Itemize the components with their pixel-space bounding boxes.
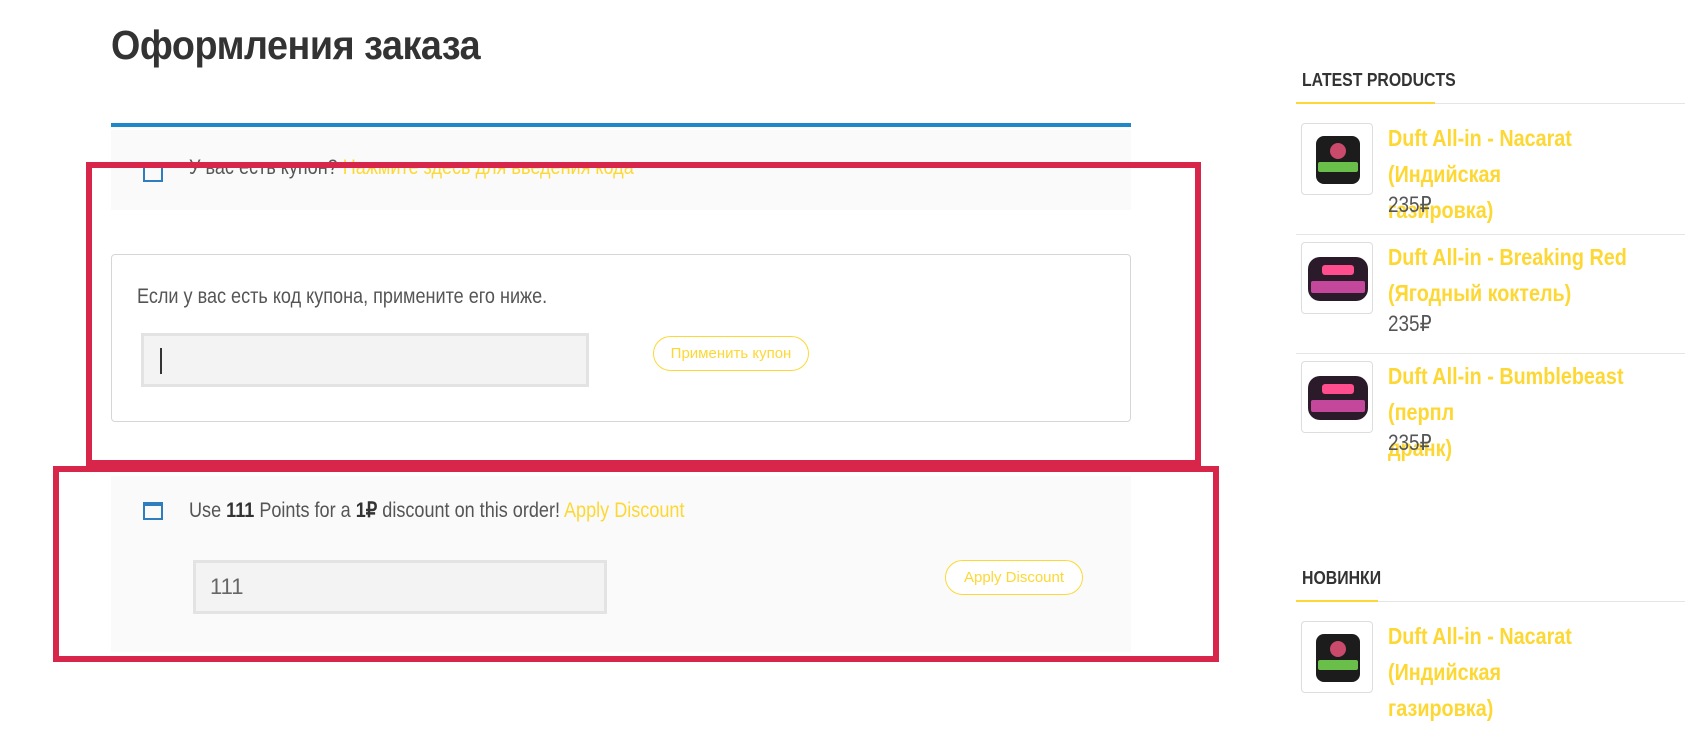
coupon-code-input[interactable] (141, 333, 589, 387)
apply-coupon-button[interactable]: Применить купон (653, 336, 809, 371)
product-thumbnail[interactable] (1301, 361, 1373, 433)
sidebar: LATEST PRODUCTS Duft All-in - Nacarat (И… (1296, 0, 1685, 721)
product-thumbnail[interactable] (1301, 242, 1373, 314)
product-name[interactable]: Duft All-in - Nacarat (Индийская газиров… (1388, 618, 1646, 726)
new-products-title: НОВИНКИ (1302, 568, 1382, 588)
product-thumbnail[interactable] (1301, 621, 1373, 693)
product-price: 235₽ (1388, 311, 1432, 336)
product-name[interactable]: Duft All-in - Breaking Red (Ягодный кокт… (1388, 239, 1646, 311)
page-title: Оформления заказа (111, 22, 481, 68)
latest-products-title: LATEST PRODUCTS (1302, 70, 1456, 90)
discount-amount: 1₽ (355, 499, 378, 522)
product-price: 235₽ (1388, 430, 1432, 455)
product-item[interactable]: Duft All-in - Nacarat (Индийская газиров… (1296, 120, 1685, 238)
apply-discount-button[interactable]: Apply Discount (945, 560, 1083, 595)
window-icon (143, 164, 163, 182)
product-item[interactable]: Duft All-in - Bumblebeast (перпл дранк) … (1296, 358, 1685, 476)
coupon-notice: У вас есть купон? Нажмите здесь для введ… (111, 130, 1131, 210)
apply-discount-link[interactable]: Apply Discount (564, 499, 684, 522)
widget-accent (1296, 102, 1435, 104)
points-input[interactable]: 111 (193, 560, 607, 614)
product-price: 235₽ (1388, 192, 1432, 217)
title-divider (111, 123, 1131, 127)
product-divider (1296, 353, 1685, 354)
points-text-use: Use (189, 499, 222, 522)
coupon-notice-text: У вас есть купон? (189, 156, 338, 179)
widget-accent (1296, 600, 1378, 602)
product-item[interactable]: Duft All-in - Nacarat (Индийская газиров… (1296, 618, 1685, 736)
product-thumbnail[interactable] (1301, 123, 1373, 195)
product-item[interactable]: Duft All-in - Breaking Red (Ягодный кокт… (1296, 239, 1685, 357)
show-coupon-link[interactable]: Нажмите здесь для введения кода (343, 156, 634, 179)
points-text-for: Points for a (259, 499, 351, 522)
coupon-description: Если у вас есть код купона, примените ег… (137, 285, 548, 308)
points-text-discount: discount on this order! (382, 499, 560, 522)
window-icon (143, 502, 163, 520)
product-divider (1296, 234, 1685, 235)
text-caret (160, 348, 162, 374)
coupon-form: Если у вас есть код купона, примените ег… (111, 254, 1131, 422)
points-amount: 111 (226, 499, 255, 522)
points-notice: Use 111 Points for a 1₽ discount on this… (111, 476, 1131, 652)
